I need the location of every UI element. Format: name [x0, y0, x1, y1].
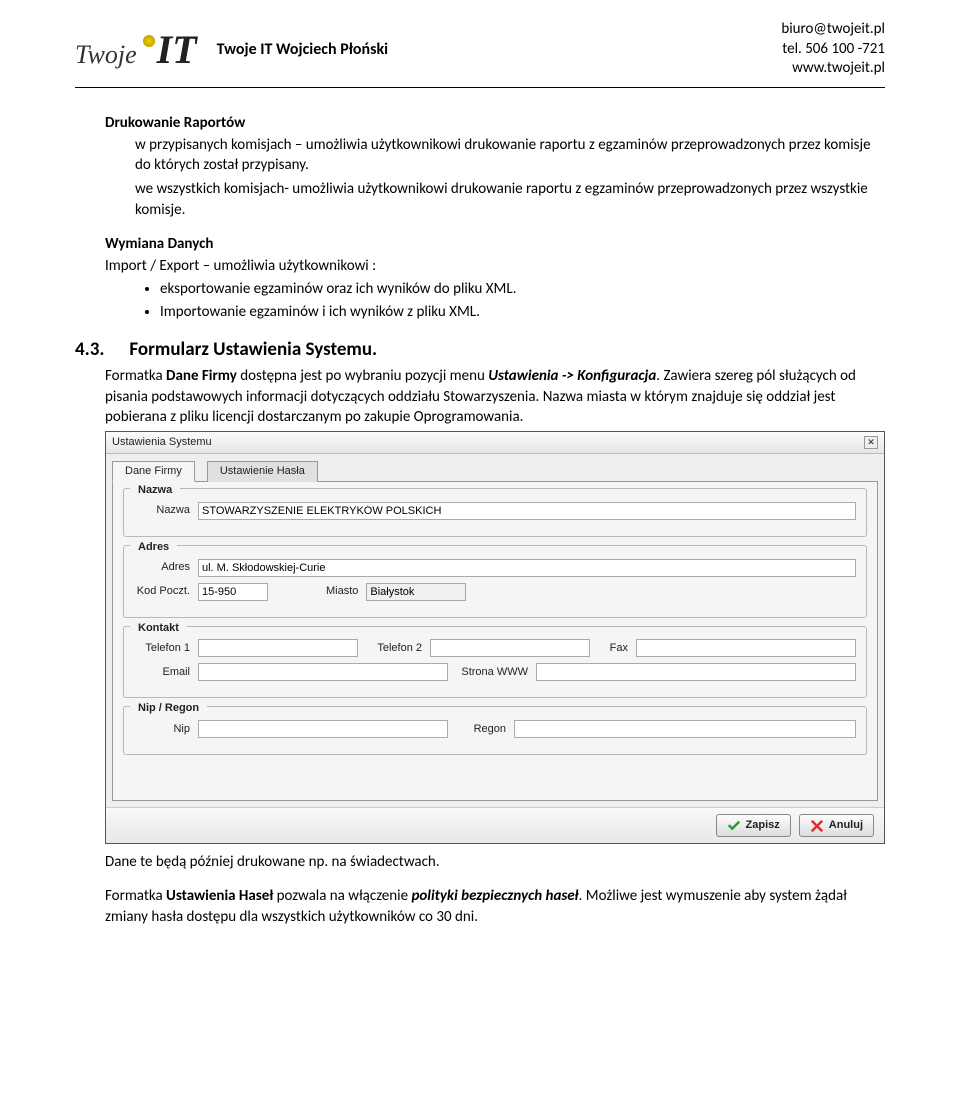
reports-line-1: w przypisanych komisjach – umożliwia uży…	[135, 135, 885, 176]
exchange-bullets: eksportowanie egzaminów oraz ich wyników…	[160, 279, 885, 322]
after-para-2: Formatka Ustawienia Haseł pozwala na włą…	[105, 886, 885, 927]
tab-password-settings[interactable]: Ustawienie Hasła	[207, 461, 318, 482]
cancel-icon	[810, 819, 824, 833]
list-item: Importowanie egzaminów i ich wyników z p…	[160, 302, 885, 322]
nip-label: Nip	[134, 722, 190, 737]
logo-it-text: IT	[157, 26, 197, 73]
heading-title: Formularz Ustawienia Systemu.	[129, 337, 377, 363]
group-title: Kontakt	[130, 618, 187, 639]
reports-heading: Drukowanie Raportów	[105, 113, 885, 133]
name-label: Nazwa	[134, 503, 190, 518]
header-contact: biuro@twojeit.pl tel. 506 100 -721 www.t…	[781, 20, 885, 79]
www-label: Strona WWW	[456, 665, 528, 680]
dialog-titlebar: Ustawienia Systemu ✕	[106, 432, 884, 454]
dialog-title: Ustawienia Systemu	[112, 435, 212, 450]
save-button-label: Zapisz	[746, 818, 780, 833]
city-label: Miasto	[326, 584, 358, 599]
contact-web: www.twojeit.pl	[781, 59, 885, 79]
logo-dot-icon	[143, 35, 155, 47]
address-input[interactable]	[198, 559, 856, 577]
city-input	[366, 583, 466, 601]
company-name: Twoje IT Wojciech Płoński	[217, 40, 388, 59]
zip-input[interactable]	[198, 583, 268, 601]
contact-phone: tel. 506 100 -721	[781, 40, 885, 60]
regon-input[interactable]	[514, 720, 856, 738]
settings-dialog: Ustawienia Systemu ✕ Dane Firmy Ustawien…	[105, 431, 885, 844]
dialog-tabs: Dane Firmy Ustawienie Hasła	[106, 454, 884, 481]
heading-4-3: 4.3. Formularz Ustawienia Systemu.	[75, 337, 885, 363]
header-left: Twoje IT Twoje IT Wojciech Płoński	[75, 26, 388, 73]
group-title: Nazwa	[130, 480, 180, 501]
cancel-button[interactable]: Anuluj	[799, 814, 874, 837]
www-input[interactable]	[536, 663, 856, 681]
para-4-3: Formatka Dane Firmy dostępna jest po wyb…	[105, 366, 885, 427]
exchange-heading: Wymiana Danych	[105, 234, 885, 254]
address-label: Adres	[134, 560, 190, 575]
check-icon	[727, 819, 741, 833]
tab-company-data[interactable]: Dane Firmy	[112, 461, 195, 482]
fax-input[interactable]	[636, 639, 856, 657]
tel1-input[interactable]	[198, 639, 358, 657]
cancel-button-label: Anuluj	[829, 818, 863, 833]
fax-label: Fax	[598, 641, 628, 656]
tel2-input[interactable]	[430, 639, 590, 657]
zip-label: Kod Poczt.	[134, 584, 190, 599]
dialog-body: Nazwa Nazwa Adres Adres	[112, 481, 878, 801]
contact-email: biuro@twojeit.pl	[781, 20, 885, 40]
logo-text: Twoje	[75, 40, 137, 70]
heading-number: 4.3.	[75, 337, 104, 363]
list-item: eksportowanie egzaminów oraz ich wyników…	[160, 279, 885, 299]
group-nip-regon: Nip / Regon Nip Regon	[123, 706, 867, 755]
group-contact: Kontakt Telefon 1 Telefon 2 Fax Email	[123, 626, 867, 699]
name-input[interactable]	[198, 502, 856, 520]
group-title: Adres	[130, 537, 177, 558]
save-button[interactable]: Zapisz	[716, 814, 791, 837]
exchange-intro: Import / Export – umożliwia użytkownikow…	[105, 256, 885, 276]
dialog-footer: Zapisz Anuluj	[106, 807, 884, 843]
group-address: Adres Adres Kod Poczt. Miasto	[123, 545, 867, 618]
tel2-label: Telefon 2	[366, 641, 422, 656]
page-header: Twoje IT Twoje IT Wojciech Płoński biuro…	[75, 20, 885, 88]
email-label: Email	[134, 665, 190, 680]
nip-input[interactable]	[198, 720, 448, 738]
reports-line-2: we wszystkich komisjach- umożliwia użytk…	[135, 179, 885, 220]
group-title: Nip / Regon	[130, 698, 207, 719]
tel1-label: Telefon 1	[134, 641, 190, 656]
logo: Twoje IT	[75, 26, 197, 73]
regon-label: Regon	[456, 722, 506, 737]
email-input[interactable]	[198, 663, 448, 681]
close-icon[interactable]: ✕	[864, 436, 878, 449]
group-name: Nazwa Nazwa	[123, 488, 867, 537]
after-para-1: Dane te będą później drukowane np. na św…	[105, 852, 885, 872]
